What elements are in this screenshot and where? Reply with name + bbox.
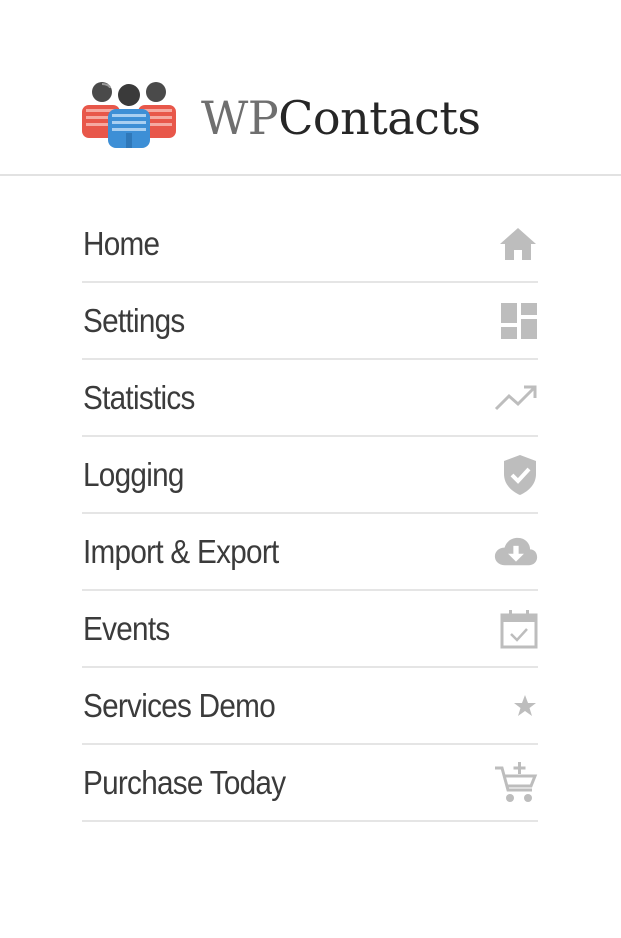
menu-item-home[interactable]: Home bbox=[82, 206, 538, 283]
menu-item-settings[interactable]: Settings bbox=[82, 283, 538, 360]
cart-add-icon bbox=[494, 762, 538, 802]
menu-item-statistics[interactable]: Statistics bbox=[82, 360, 538, 437]
sidebar-menu: Home Settings Statistics Logging Import … bbox=[82, 206, 538, 822]
menu-item-label: Settings bbox=[83, 302, 185, 339]
menu-item-logging[interactable]: Logging bbox=[82, 437, 538, 514]
menu-item-services-demo[interactable]: Services Demo bbox=[82, 668, 538, 745]
menu-item-import-export[interactable]: Import & Export bbox=[82, 514, 538, 591]
cloud-download-icon bbox=[494, 533, 538, 571]
menu-item-purchase-today[interactable]: Purchase Today bbox=[82, 745, 538, 822]
app-title[interactable]: WPContacts bbox=[201, 88, 481, 148]
menu-item-label: Purchase Today bbox=[83, 764, 286, 801]
menu-item-label: Home bbox=[83, 225, 160, 262]
menu-item-label: Import & Export bbox=[83, 533, 279, 570]
home-icon bbox=[494, 225, 538, 263]
menu-item-label: Services Demo bbox=[83, 687, 276, 724]
menu-item-label: Statistics bbox=[83, 379, 195, 416]
people-group-icon[interactable] bbox=[80, 78, 178, 150]
calendar-check-icon bbox=[494, 610, 538, 649]
shield-check-icon bbox=[494, 455, 538, 495]
menu-item-label: Events bbox=[83, 610, 170, 647]
menu-item-label: Logging bbox=[83, 456, 184, 493]
star-icon bbox=[494, 687, 538, 725]
dashboard-icon bbox=[494, 302, 538, 340]
trending-up-icon bbox=[494, 379, 538, 417]
app-header: WPContacts bbox=[0, 0, 621, 176]
app-title-name: Contacts bbox=[278, 91, 481, 145]
app-title-prefix: WP bbox=[201, 91, 279, 145]
menu-item-events[interactable]: Events bbox=[82, 591, 538, 668]
